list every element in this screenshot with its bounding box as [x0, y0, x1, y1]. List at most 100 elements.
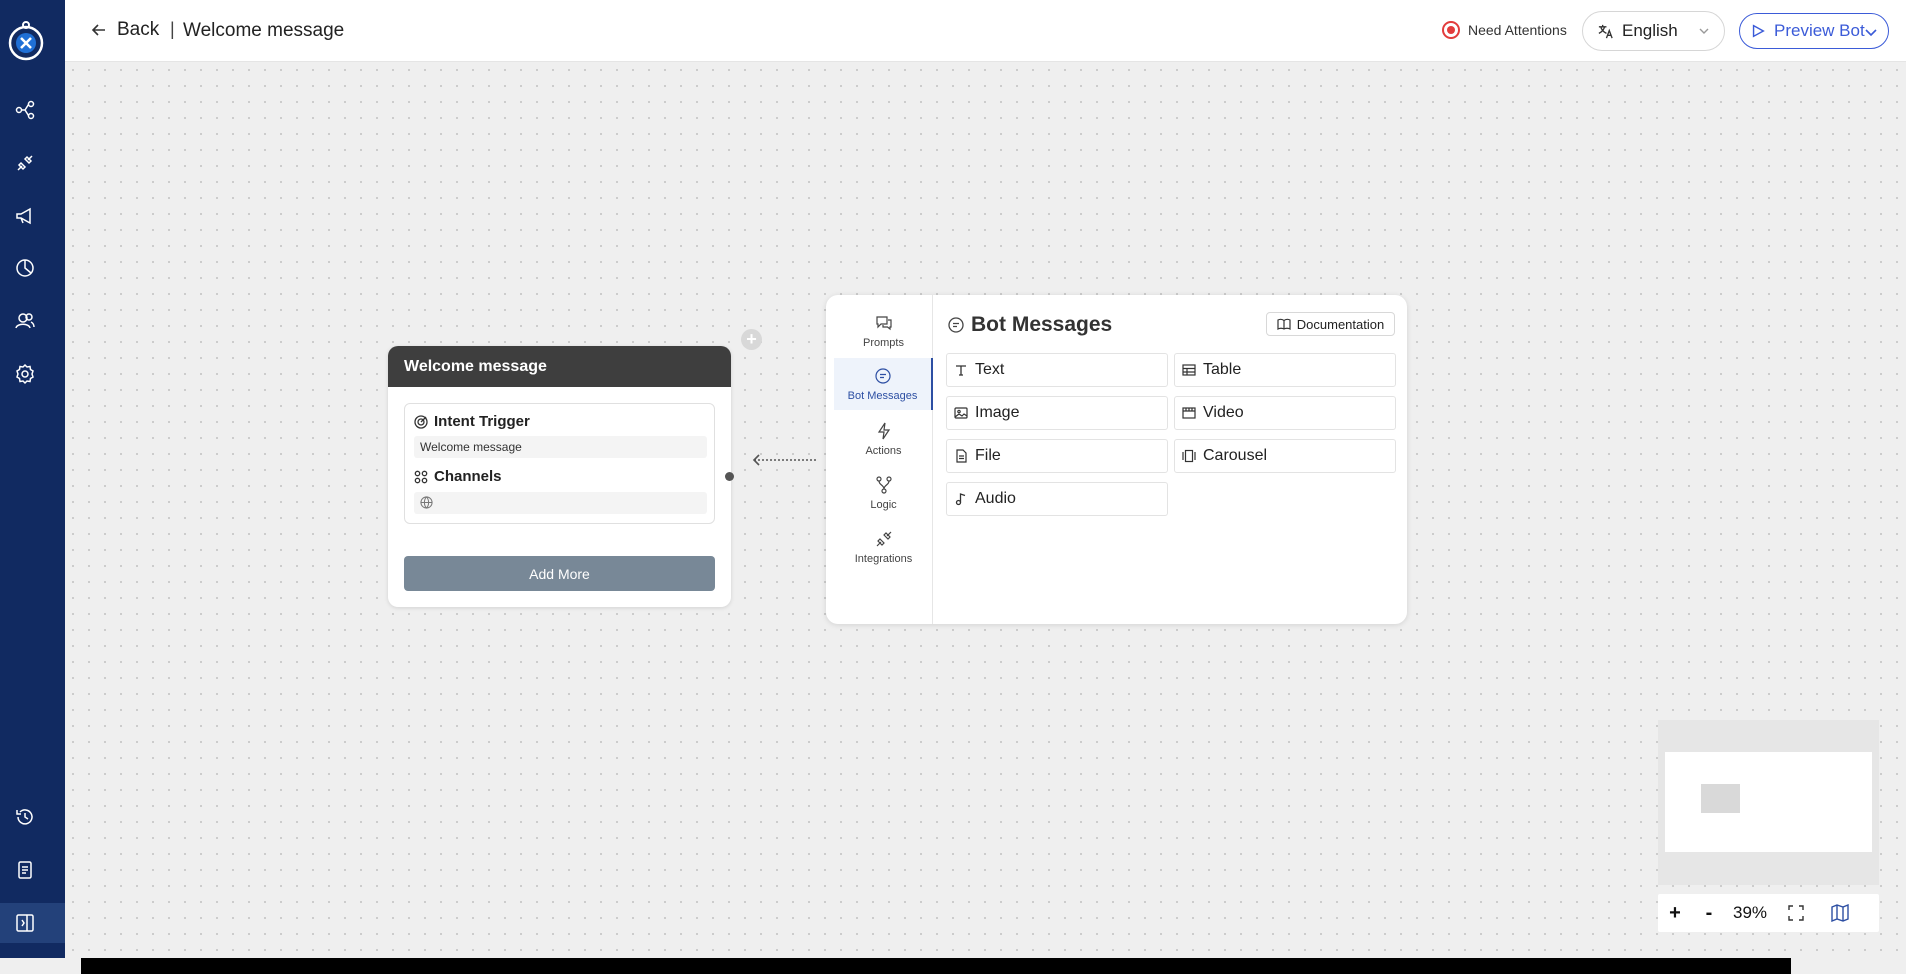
bot-logo[interactable]	[7, 17, 45, 61]
broadcast-icon[interactable]	[14, 205, 36, 227]
channels-field[interactable]	[414, 492, 707, 514]
language-select[interactable]: English	[1582, 11, 1725, 51]
chevron-down-icon	[1865, 29, 1877, 37]
minimap-node	[1701, 784, 1740, 813]
fit-view-button[interactable]	[1774, 904, 1818, 922]
add-node-button[interactable]: +	[741, 329, 762, 350]
connector-arrow	[752, 454, 818, 466]
option-audio-label: Audio	[975, 490, 1016, 507]
map-icon	[1831, 904, 1849, 922]
option-text[interactable]: Text	[946, 353, 1168, 387]
lightning-icon	[877, 422, 890, 440]
option-image-label: Image	[975, 404, 1020, 421]
analytics-icon[interactable]	[14, 257, 36, 279]
fullscreen-icon	[1788, 905, 1804, 921]
preview-bot-label: Preview Bot	[1774, 21, 1865, 40]
documentation-button[interactable]: Documentation	[1266, 312, 1395, 336]
branch-icon	[875, 476, 892, 494]
tab-bot-messages-label: Bot Messages	[847, 390, 918, 402]
node-output-handle[interactable]	[725, 472, 734, 481]
option-file-label: File	[975, 447, 1001, 464]
tab-integrations-label: Integrations	[854, 553, 913, 565]
option-carousel[interactable]: Carousel	[1174, 439, 1396, 473]
option-file[interactable]: File	[946, 439, 1168, 473]
video-icon	[1182, 407, 1196, 419]
channels-label: Channels	[434, 468, 502, 485]
zoom-controls: + - 39%	[1658, 894, 1879, 932]
page-title: Welcome message	[183, 20, 345, 41]
node-title: Welcome message	[388, 346, 731, 387]
toggle-minimap-button[interactable]	[1818, 904, 1862, 922]
arrow-left-icon	[91, 24, 105, 36]
message-icon	[874, 368, 891, 384]
settings-icon[interactable]	[14, 363, 36, 385]
add-more-button[interactable]: Add More	[404, 556, 715, 591]
message-icon	[948, 317, 964, 333]
tab-logic[interactable]: Logic	[834, 467, 933, 519]
option-video[interactable]: Video	[1174, 396, 1396, 430]
audio-icon	[955, 493, 966, 506]
language-value: English	[1622, 21, 1678, 40]
zoom-out-button[interactable]: -	[1692, 902, 1726, 925]
back-label: Back	[117, 19, 160, 40]
collapse-sidebar-button[interactable]	[0, 903, 65, 943]
chevron-down-icon	[1699, 28, 1709, 34]
carousel-icon	[1182, 449, 1196, 463]
panel-title: Bot Messages	[947, 313, 1112, 337]
option-table-label: Table	[1203, 361, 1242, 378]
channels-row: Channels	[414, 468, 502, 485]
intent-trigger-row: Intent Trigger	[414, 413, 530, 430]
tab-prompts-label: Prompts	[863, 337, 904, 349]
minimap[interactable]	[1658, 720, 1879, 885]
docs-icon[interactable]	[14, 859, 36, 881]
bot-messages-panel: Prompts Bot Messages Actions Logic Integ…	[826, 295, 1407, 624]
tab-actions[interactable]: Actions	[834, 413, 933, 465]
play-icon	[1752, 24, 1765, 38]
channels-icon	[414, 470, 428, 483]
collapse-sidebar-icon	[14, 912, 36, 934]
welcome-message-node[interactable]: Welcome message Intent Trigger Welcome m…	[388, 346, 731, 607]
translate-icon	[1598, 24, 1613, 38]
option-text-label: Text	[975, 361, 1005, 378]
option-image[interactable]: Image	[946, 396, 1168, 430]
chat-bubbles-icon	[875, 316, 892, 331]
option-carousel-label: Carousel	[1203, 447, 1268, 464]
preview-bot-button[interactable]: Preview Bot	[1739, 13, 1889, 49]
need-attentions-label: Need Attentions	[1468, 22, 1567, 38]
alert-icon	[1442, 21, 1460, 39]
option-video-label: Video	[1203, 404, 1244, 421]
tab-bot-messages[interactable]: Bot Messages	[834, 358, 933, 410]
intent-value-field[interactable]: Welcome message	[414, 436, 707, 458]
tab-integrations[interactable]: Integrations	[834, 521, 933, 573]
panel-nav: Prompts Bot Messages Actions Logic Integ…	[826, 295, 933, 624]
file-icon	[956, 449, 967, 463]
back-button[interactable]: Back	[89, 19, 159, 41]
flow-icon[interactable]	[14, 99, 36, 121]
tab-logic-label: Logic	[870, 499, 897, 511]
option-audio[interactable]: Audio	[946, 482, 1168, 516]
intent-trigger-label: Intent Trigger	[434, 413, 530, 430]
top-header: Back | Welcome message Need Attentions E…	[65, 0, 1906, 62]
zoom-level: 39%	[1732, 903, 1768, 922]
need-attentions-button[interactable]: Need Attentions	[1442, 21, 1567, 39]
minimap-viewport[interactable]	[1665, 752, 1872, 852]
tab-prompts[interactable]: Prompts	[834, 305, 933, 357]
option-table[interactable]: Table	[1174, 353, 1396, 387]
text-icon	[956, 365, 966, 376]
target-icon	[414, 414, 428, 429]
globe-icon	[420, 496, 433, 509]
history-icon[interactable]	[14, 806, 36, 828]
breadcrumb-separator: |	[170, 19, 175, 39]
zoom-in-button[interactable]: +	[1658, 902, 1692, 925]
table-icon	[1182, 364, 1196, 376]
users-icon[interactable]	[14, 310, 36, 332]
panel-title-label: Bot Messages	[971, 313, 1113, 336]
integrations-icon[interactable]	[14, 152, 36, 174]
sidebar	[0, 0, 65, 958]
node-body: Intent Trigger Welcome message Channels	[404, 403, 715, 524]
image-icon	[954, 407, 968, 419]
book-icon	[1277, 318, 1291, 330]
bottom-bar	[81, 958, 1791, 974]
plug-icon	[876, 531, 891, 547]
tab-actions-label: Actions	[865, 445, 902, 457]
